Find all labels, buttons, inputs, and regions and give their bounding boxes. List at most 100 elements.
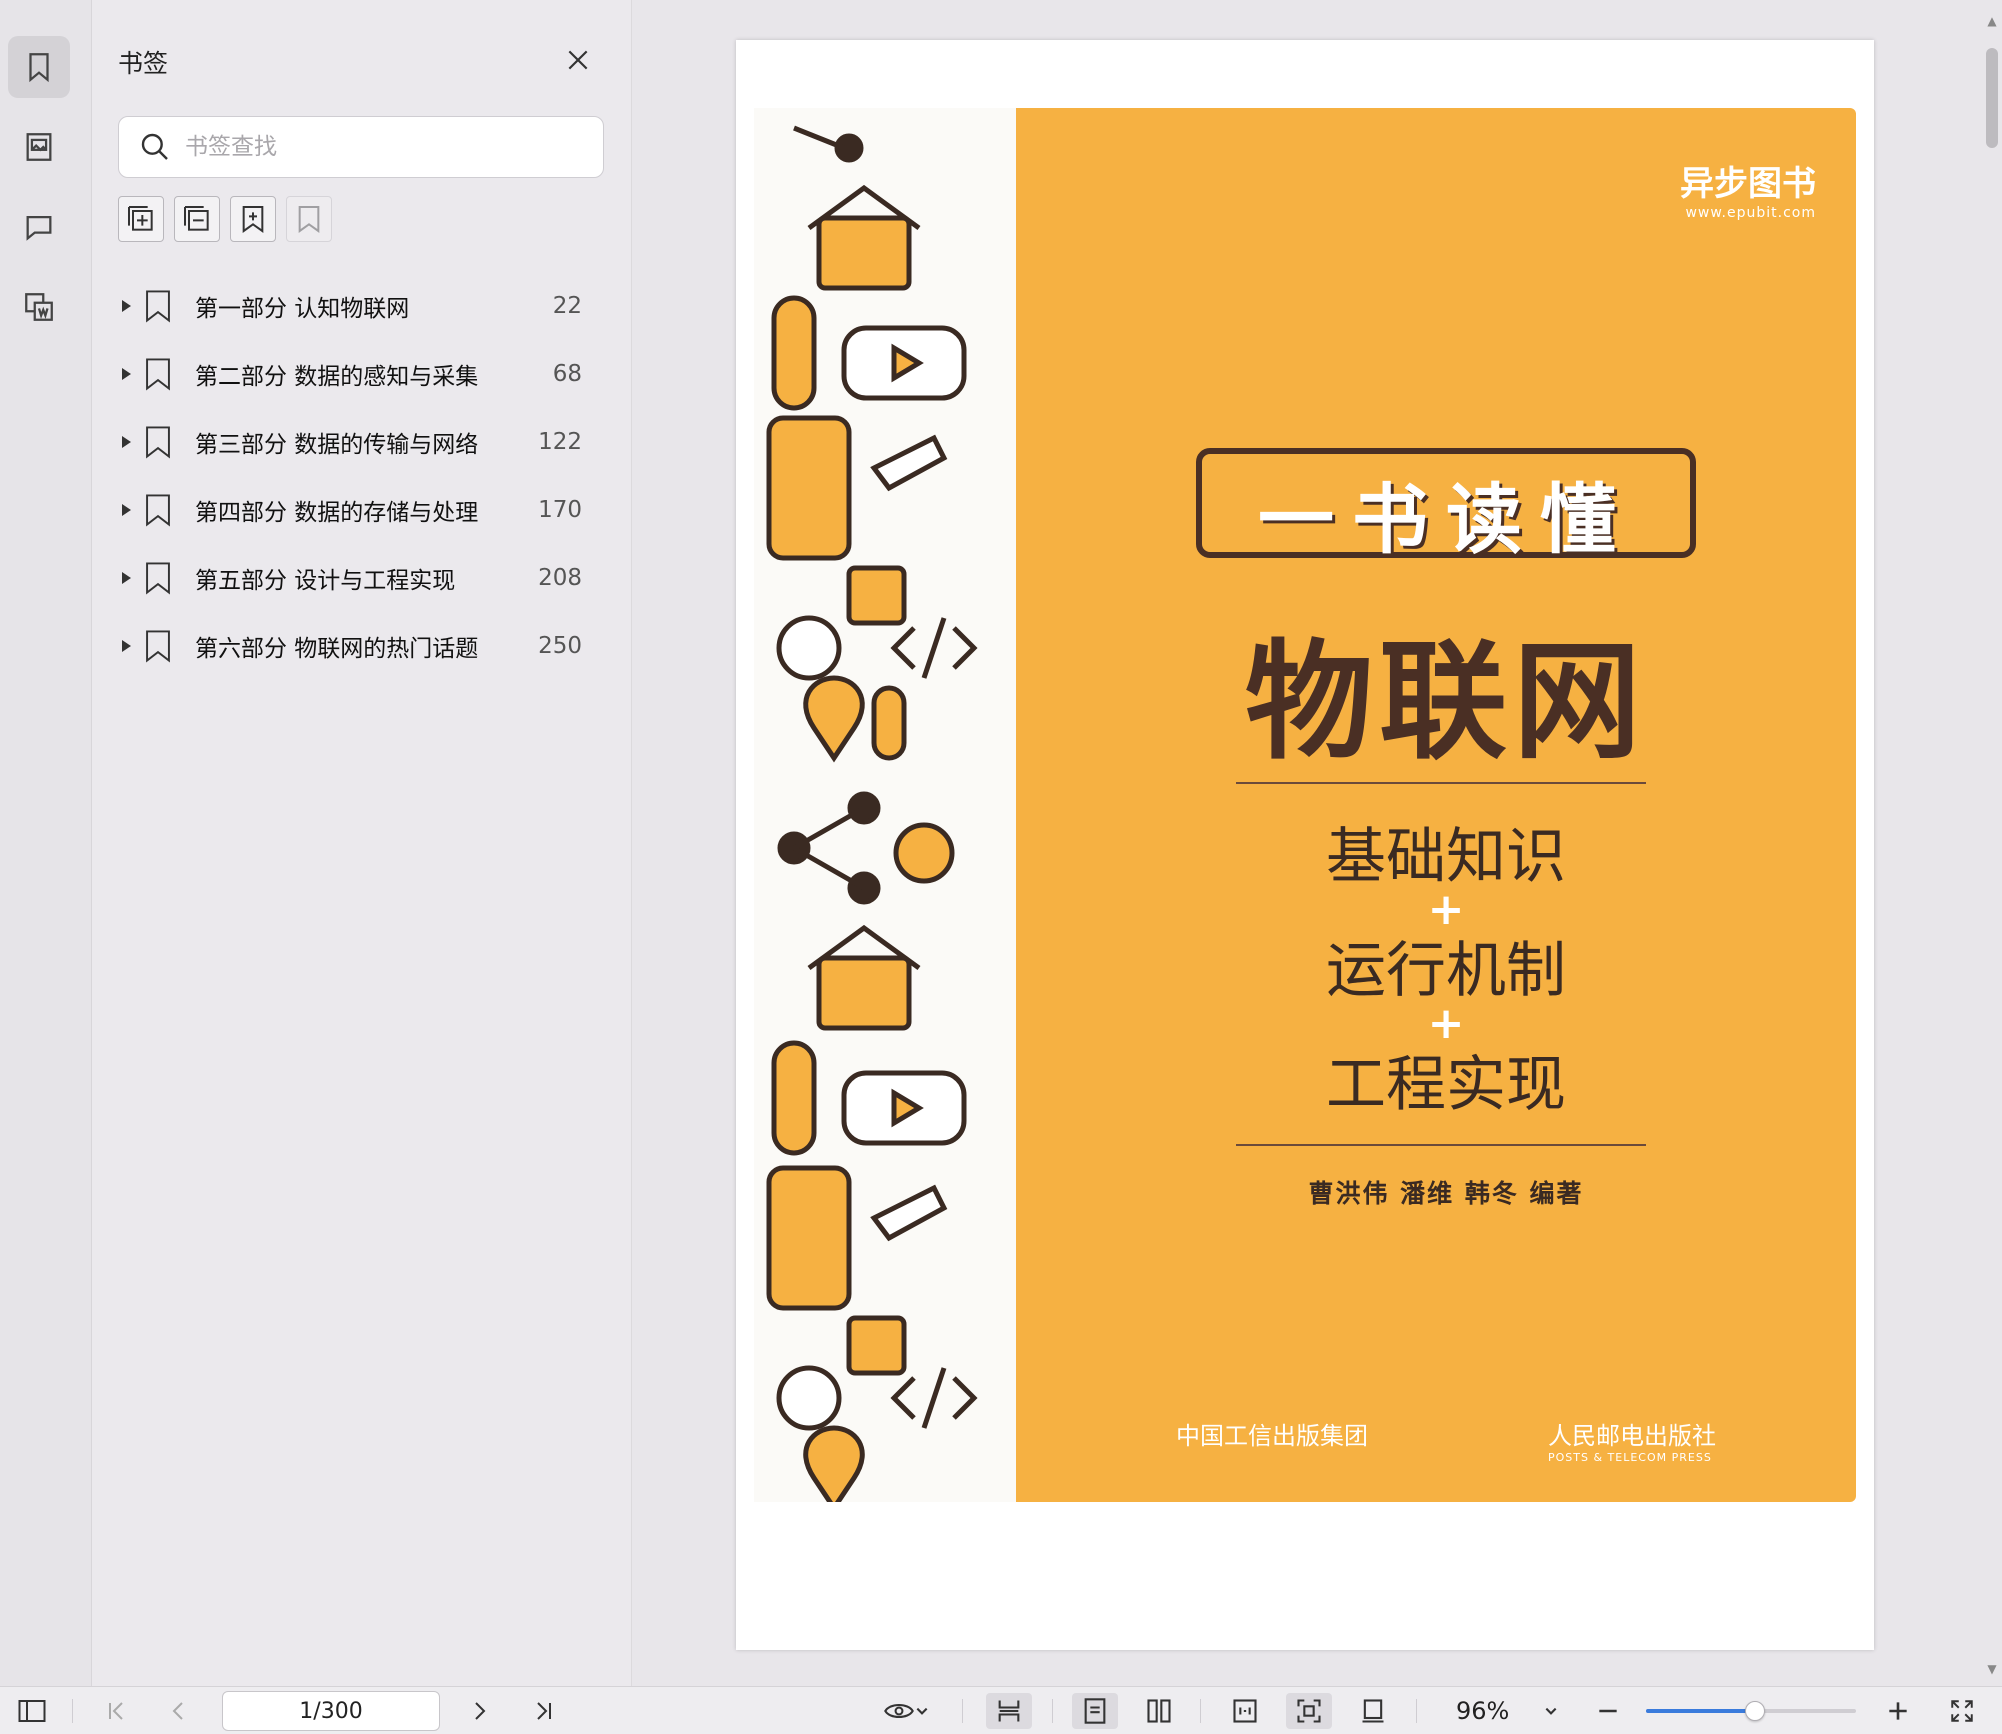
actual-size-button[interactable] [1350, 1693, 1396, 1729]
cover-subtitle-1: 基础知识 [1326, 822, 1566, 892]
first-page-icon [109, 1702, 123, 1720]
fullscreen-icon [1951, 1700, 1973, 1722]
bookmark-label: 第五部分 设计与工程实现 [195, 568, 456, 594]
fit-page-button[interactable] [1286, 1693, 1332, 1729]
separator [962, 1699, 963, 1723]
expand-all-icon [128, 206, 153, 231]
publisher-press-english: POSTS & TELECOM PRESS [1548, 1451, 1712, 1464]
single-page-icon [1084, 1698, 1106, 1724]
bookmark-item[interactable]: 第六部分 物联网的热门话题 250 [118, 612, 604, 680]
zoom-slider-fill [1646, 1709, 1756, 1713]
fullscreen-button[interactable] [1944, 1693, 1980, 1729]
expand-arrow-icon[interactable] [122, 572, 131, 584]
search-icon [141, 133, 168, 160]
expand-arrow-icon[interactable] [122, 436, 131, 448]
bookmark-label: 第四部分 数据的存储与处理 [195, 500, 479, 526]
last-page-button[interactable] [526, 1693, 562, 1729]
sidebar-toggle-icon [18, 1700, 46, 1722]
bookmark-icon [146, 358, 170, 391]
last-page-icon [537, 1702, 551, 1720]
expand-arrow-icon[interactable] [122, 300, 131, 312]
bookmark-label: 第二部分 数据的感知与采集 [195, 364, 479, 390]
vertical-scrollbar[interactable] [1982, 0, 2002, 1686]
search-replace-panel-button[interactable] [8, 276, 70, 338]
separator [72, 1699, 73, 1723]
bookmark-page: 22 [552, 293, 582, 319]
bookmark-page: 68 [552, 361, 582, 387]
separator [1052, 1699, 1053, 1723]
first-page-button[interactable] [98, 1693, 134, 1729]
cover-title-top: 一书读懂 [1258, 475, 1634, 564]
continuous-scroll-button[interactable] [986, 1693, 1032, 1729]
bookmark-panel: 书签 第一部分 认知物联网 22 第二部分 数据的感知与采集 [92, 0, 632, 1686]
next-page-button[interactable] [462, 1693, 498, 1729]
chevron-down-icon [1545, 1707, 1557, 1715]
bookmark-item[interactable]: 第五部分 设计与工程实现 208 [118, 544, 604, 612]
expand-arrow-icon[interactable] [122, 368, 131, 380]
bookmark-icon [146, 290, 170, 323]
iot-icons-pattern [766, 125, 978, 1502]
single-page-button[interactable] [1072, 1693, 1118, 1729]
chevron-right-icon [475, 1702, 486, 1720]
bookmark-item[interactable]: 第三部分 数据的传输与网络 122 [118, 408, 604, 476]
bookmark-tools [118, 196, 332, 242]
collapse-all-button[interactable] [174, 196, 220, 242]
add-bookmark-icon [242, 206, 264, 233]
bookmark-outline-icon [298, 206, 320, 233]
actual-size-icon [1362, 1699, 1384, 1723]
collapse-all-icon [184, 206, 209, 231]
previous-page-button[interactable] [160, 1693, 196, 1729]
brand-name: 异步图书 [1680, 164, 1816, 204]
bookmark-icon [146, 426, 170, 459]
view-mode-button[interactable] [876, 1693, 936, 1729]
chevron-down-icon [916, 1707, 928, 1715]
fit-page-icon [1297, 1699, 1321, 1723]
thumbnail-panel-button[interactable] [8, 116, 70, 178]
bookmark-list: 第一部分 认知物联网 22 第二部分 数据的感知与采集 68 第三部分 数据的传… [118, 272, 604, 680]
bookmark-item[interactable]: 第一部分 认知物联网 22 [118, 272, 604, 340]
bookmark-icon [146, 562, 170, 595]
publisher-brand: 异步图书 www.epubit.com [1680, 156, 1816, 221]
zoom-slider[interactable] [1646, 1701, 1856, 1721]
fit-width-button[interactable] [1222, 1693, 1268, 1729]
zoom-out-button[interactable] [1590, 1693, 1626, 1729]
eye-icon [884, 1703, 914, 1719]
close-panel-button[interactable] [562, 44, 594, 76]
add-bookmark-button[interactable] [230, 196, 276, 242]
separator [1416, 1699, 1417, 1723]
expand-arrow-icon[interactable] [122, 504, 131, 516]
scroll-down-arrow-icon[interactable]: ▼ [1986, 1662, 1998, 1676]
two-page-button[interactable] [1136, 1693, 1182, 1729]
cover-subtitle-2: 运行机制 [1326, 936, 1566, 1006]
bookmark-search-input[interactable] [185, 134, 565, 160]
delete-bookmark-button[interactable] [286, 196, 332, 242]
bookmark-page: 122 [538, 429, 582, 455]
close-icon [568, 50, 588, 70]
page-number-input[interactable] [222, 1691, 440, 1731]
expand-all-button[interactable] [118, 196, 164, 242]
scrollbar-thumb[interactable] [1986, 48, 1998, 148]
cover-subtitle-3: 工程实现 [1326, 1050, 1566, 1120]
bookmark-label: 第三部分 数据的传输与网络 [195, 432, 479, 458]
bookmark-search [118, 116, 604, 178]
bookmark-panel-button[interactable] [8, 36, 70, 98]
icon-rail [0, 0, 92, 1686]
brand-url: www.epubit.com [1685, 205, 1816, 221]
bookmark-label: 第一部分 认知物联网 [195, 296, 410, 322]
scroll-up-arrow-icon[interactable]: ▲ [1986, 14, 1998, 28]
zoom-percentage[interactable]: 96% [1456, 1697, 1509, 1725]
bookmark-page: 170 [538, 497, 582, 523]
separator [1200, 1699, 1201, 1723]
zoom-slider-handle[interactable] [1745, 1701, 1766, 1721]
toggle-sidebar-button[interactable] [14, 1693, 50, 1729]
zoom-in-button[interactable] [1880, 1693, 1916, 1729]
bookmark-item[interactable]: 第二部分 数据的感知与采集 68 [118, 340, 604, 408]
publisher-logos: 中国工信出版集团 人民邮电出版社 POSTS & TELECOM PRESS [1176, 1416, 1716, 1464]
bookmark-icon [146, 630, 170, 663]
expand-arrow-icon[interactable] [122, 640, 131, 652]
bookmark-item[interactable]: 第四部分 数据的存储与处理 170 [118, 476, 604, 544]
zoom-dropdown-button[interactable] [1536, 1693, 1566, 1729]
comment-panel-button[interactable] [8, 196, 70, 258]
fit-width-icon [1233, 1699, 1257, 1723]
publisher-press-name: 人民邮电出版社 [1548, 1422, 1716, 1450]
